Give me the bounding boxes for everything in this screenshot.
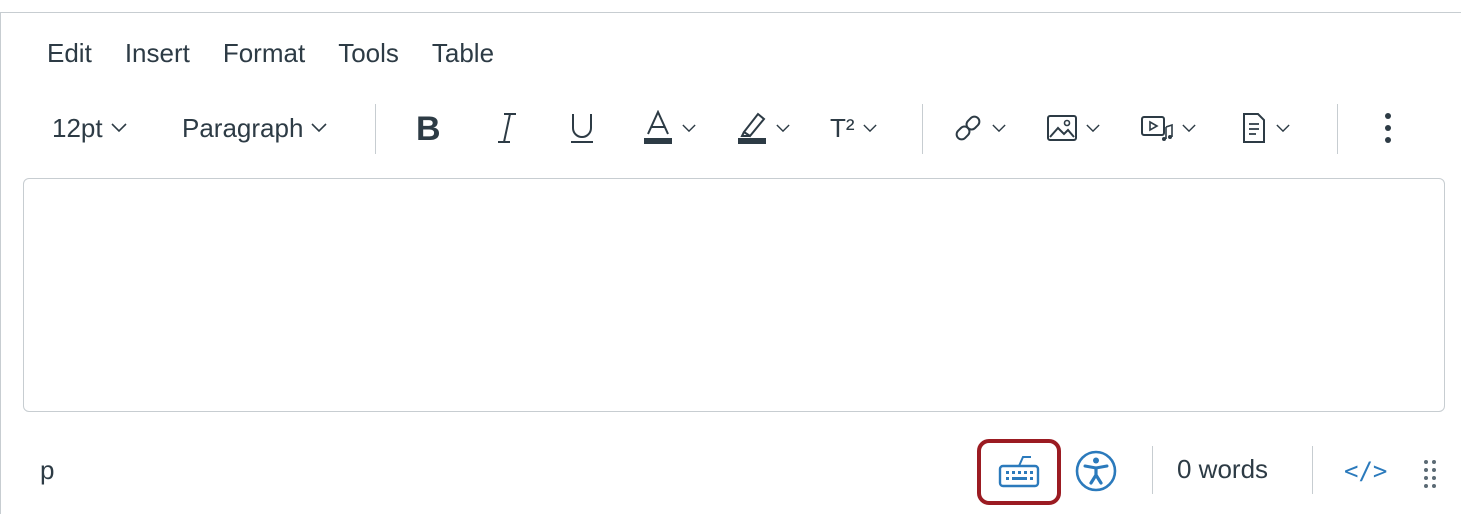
toolbar-divider xyxy=(375,104,376,154)
font-size-value: 12pt xyxy=(52,112,103,143)
chevron-down-icon xyxy=(776,124,790,132)
block-format-value: Paragraph xyxy=(182,112,304,143)
resize-grip[interactable] xyxy=(1422,458,1438,493)
media-icon xyxy=(1141,116,1173,141)
keyboard-icon xyxy=(998,456,1040,488)
italic-icon xyxy=(498,113,516,143)
bold-button[interactable]: B xyxy=(414,100,444,156)
statusbar-divider xyxy=(1312,446,1313,494)
toolbar-divider xyxy=(922,104,923,154)
italic-button[interactable] xyxy=(494,100,520,156)
highlight-color-button[interactable] xyxy=(736,100,790,156)
text-color-button[interactable] xyxy=(642,100,696,156)
accessibility-checker-button[interactable] xyxy=(1074,449,1118,493)
toolbar-divider xyxy=(1337,104,1338,154)
editor-content-area[interactable] xyxy=(23,178,1445,412)
statusbar-divider xyxy=(1152,446,1153,494)
chevron-down-icon xyxy=(1086,124,1100,132)
chevron-down-icon xyxy=(992,124,1006,132)
document-icon xyxy=(1243,113,1265,143)
status-bar: p 0 words </> xyxy=(0,430,1463,510)
menu-insert[interactable]: Insert xyxy=(125,36,190,70)
superscript-icon: T² xyxy=(830,112,855,143)
chevron-down-icon xyxy=(1276,124,1290,132)
menu-format[interactable]: Format xyxy=(223,36,305,70)
image-button[interactable] xyxy=(1046,100,1100,156)
underline-button[interactable] xyxy=(568,100,596,156)
link-icon xyxy=(955,115,981,141)
font-size-dropdown[interactable]: 12pt xyxy=(52,100,127,156)
media-button[interactable] xyxy=(1140,100,1196,156)
more-options-button[interactable] xyxy=(1382,100,1394,156)
menubar: Edit Insert Format Tools Table xyxy=(47,36,527,70)
image-icon xyxy=(1047,115,1077,141)
highlight-color-icon xyxy=(738,112,766,144)
html-editor-toggle[interactable]: </> xyxy=(1344,457,1387,485)
keyboard-shortcuts-button[interactable] xyxy=(977,439,1061,505)
chevron-down-icon xyxy=(311,123,327,133)
text-color-icon xyxy=(644,110,672,144)
more-options-icon xyxy=(1385,113,1391,143)
chevron-down-icon xyxy=(682,124,696,132)
superscript-button[interactable]: T² xyxy=(830,100,877,156)
block-format-dropdown[interactable]: Paragraph xyxy=(182,100,327,156)
toolbar: 12pt Paragraph B T² xyxy=(30,100,1450,156)
menu-table[interactable]: Table xyxy=(432,36,494,70)
accessibility-icon xyxy=(1075,450,1117,492)
resize-grip-icon xyxy=(1424,460,1436,488)
svg-text:B: B xyxy=(416,111,441,145)
chevron-down-icon xyxy=(111,123,127,133)
menu-edit[interactable]: Edit xyxy=(47,36,92,70)
element-path[interactable]: p xyxy=(40,455,54,486)
menu-tools[interactable]: Tools xyxy=(338,36,399,70)
word-count[interactable]: 0 words xyxy=(1177,454,1268,485)
bold-icon: B xyxy=(416,111,441,145)
document-button[interactable] xyxy=(1240,100,1290,156)
chevron-down-icon xyxy=(1182,124,1196,132)
link-button[interactable] xyxy=(952,100,1006,156)
underline-icon xyxy=(571,114,593,143)
chevron-down-icon xyxy=(862,124,877,132)
